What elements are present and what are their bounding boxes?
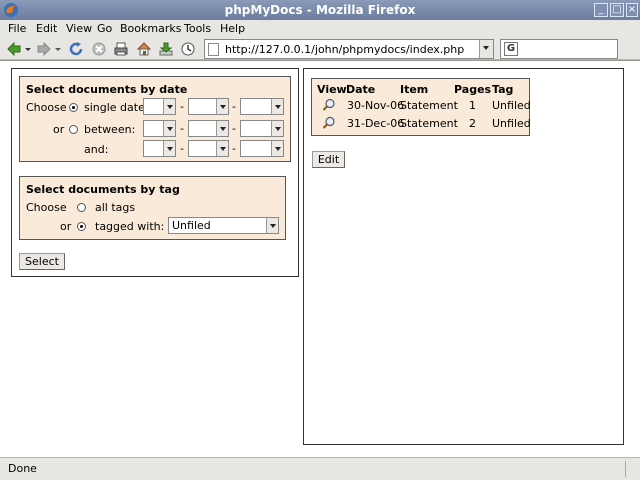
print-icon[interactable] — [113, 41, 129, 57]
google-search-icon[interactable]: G — [504, 42, 518, 56]
forward-dropdown-icon[interactable] — [54, 41, 62, 57]
view-document-icon[interactable] — [322, 116, 336, 130]
single-date-label: single date: — [84, 101, 149, 114]
back-dropdown-icon[interactable] — [24, 41, 32, 57]
tagged-with-radio[interactable] — [77, 222, 86, 231]
column-header-view: View — [317, 83, 347, 96]
menu-bar: File Edit View Go Bookmarks Tools Help — [0, 20, 640, 38]
date-separator: - — [232, 122, 236, 135]
row-tag: Unfiled — [492, 99, 531, 112]
date-separator: - — [180, 122, 184, 135]
forward-icon[interactable] — [36, 41, 52, 57]
choose-label: Choose — [26, 101, 67, 114]
between-start-day-select[interactable] — [143, 120, 176, 137]
status-text: Done — [8, 462, 37, 475]
between-start-month-select[interactable] — [188, 120, 229, 137]
between-start-year-select[interactable] — [240, 120, 284, 137]
menu-edit[interactable]: Edit — [36, 22, 57, 35]
url-dropdown-button[interactable] — [479, 40, 493, 58]
column-header-pages: Pages — [454, 83, 492, 96]
documents-table: View Date Item Pages Tag 30-Nov-06 State… — [311, 78, 531, 136]
column-header-date: Date — [346, 83, 376, 96]
and-label: and: — [84, 143, 109, 156]
date-separator: - — [232, 100, 236, 113]
between-end-month-select[interactable] — [188, 140, 229, 157]
window-titlebar: phpMyDocs - Mozilla Firefox _ □ × — [0, 0, 640, 20]
date-separator: - — [180, 142, 184, 155]
date-separator: - — [180, 100, 184, 113]
search-input[interactable]: G — [500, 39, 618, 59]
row-date: 31-Dec-06 — [347, 117, 405, 130]
view-document-icon[interactable] — [322, 98, 336, 112]
single-year-select[interactable] — [240, 98, 284, 115]
status-bar: Done — [0, 457, 640, 480]
tag-select-value: Unfiled — [172, 219, 211, 232]
or-label: or — [53, 123, 65, 136]
row-pages: 1 — [469, 99, 476, 112]
maximize-button[interactable]: □ — [610, 3, 624, 17]
choose-label: Choose — [26, 201, 67, 214]
all-tags-radio[interactable] — [77, 203, 86, 212]
menu-tools[interactable]: Tools — [184, 22, 211, 35]
between-end-year-select[interactable] — [240, 140, 284, 157]
row-tag: Unfiled — [492, 117, 531, 130]
status-divider — [625, 461, 626, 477]
single-day-select[interactable] — [143, 98, 176, 115]
chevron-down-icon — [483, 46, 489, 50]
menu-file[interactable]: File — [8, 22, 26, 35]
row-pages: 2 — [469, 117, 476, 130]
between-radio[interactable] — [69, 125, 78, 134]
date-filter-box: Select documents by date Choose single d… — [19, 76, 291, 162]
menu-bookmarks[interactable]: Bookmarks — [120, 22, 181, 35]
stop-icon[interactable] — [91, 41, 107, 57]
page-icon — [208, 43, 219, 56]
close-button[interactable]: × — [626, 3, 638, 17]
url-text[interactable]: http://127.0.0.1/john/phpmydocs/index.ph… — [225, 43, 464, 56]
page-content: Select documents by date Choose single d… — [0, 60, 640, 457]
single-date-radio[interactable] — [69, 103, 78, 112]
column-header-tag: Tag — [492, 83, 514, 96]
all-tags-label: all tags — [95, 201, 136, 214]
between-end-day-select[interactable] — [143, 140, 176, 157]
date-filter-title: Select documents by date — [26, 83, 188, 96]
download-icon[interactable] — [158, 41, 174, 57]
row-date: 30-Nov-06 — [347, 99, 405, 112]
back-icon[interactable] — [6, 41, 22, 57]
window-title: phpMyDocs - Mozilla Firefox — [224, 3, 416, 17]
home-icon[interactable] — [136, 41, 152, 57]
menu-go[interactable]: Go — [97, 22, 112, 35]
tagged-with-label: tagged with: — [95, 220, 165, 233]
or-label: or — [60, 220, 72, 233]
edit-button[interactable]: Edit — [312, 151, 345, 168]
menu-help[interactable]: Help — [220, 22, 245, 35]
row-item: Statement — [400, 99, 458, 112]
url-bar[interactable]: http://127.0.0.1/john/phpmydocs/index.ph… — [204, 39, 494, 59]
single-month-select[interactable] — [188, 98, 229, 115]
column-header-item: Item — [400, 83, 429, 96]
filter-panel: Select documents by date Choose single d… — [11, 68, 299, 277]
minimize-button[interactable]: _ — [594, 3, 608, 17]
menu-view[interactable]: View — [66, 22, 92, 35]
select-button[interactable]: Select — [19, 253, 65, 270]
reload-icon[interactable] — [68, 41, 84, 57]
date-separator: - — [232, 142, 236, 155]
tag-filter-box: Select documents by tag Choose all tags … — [19, 176, 286, 240]
row-item: Statement — [400, 117, 458, 130]
between-label: between: — [84, 123, 136, 136]
tag-select[interactable]: Unfiled — [168, 217, 279, 234]
tag-filter-title: Select documents by tag — [26, 183, 180, 196]
history-icon[interactable] — [180, 41, 196, 57]
